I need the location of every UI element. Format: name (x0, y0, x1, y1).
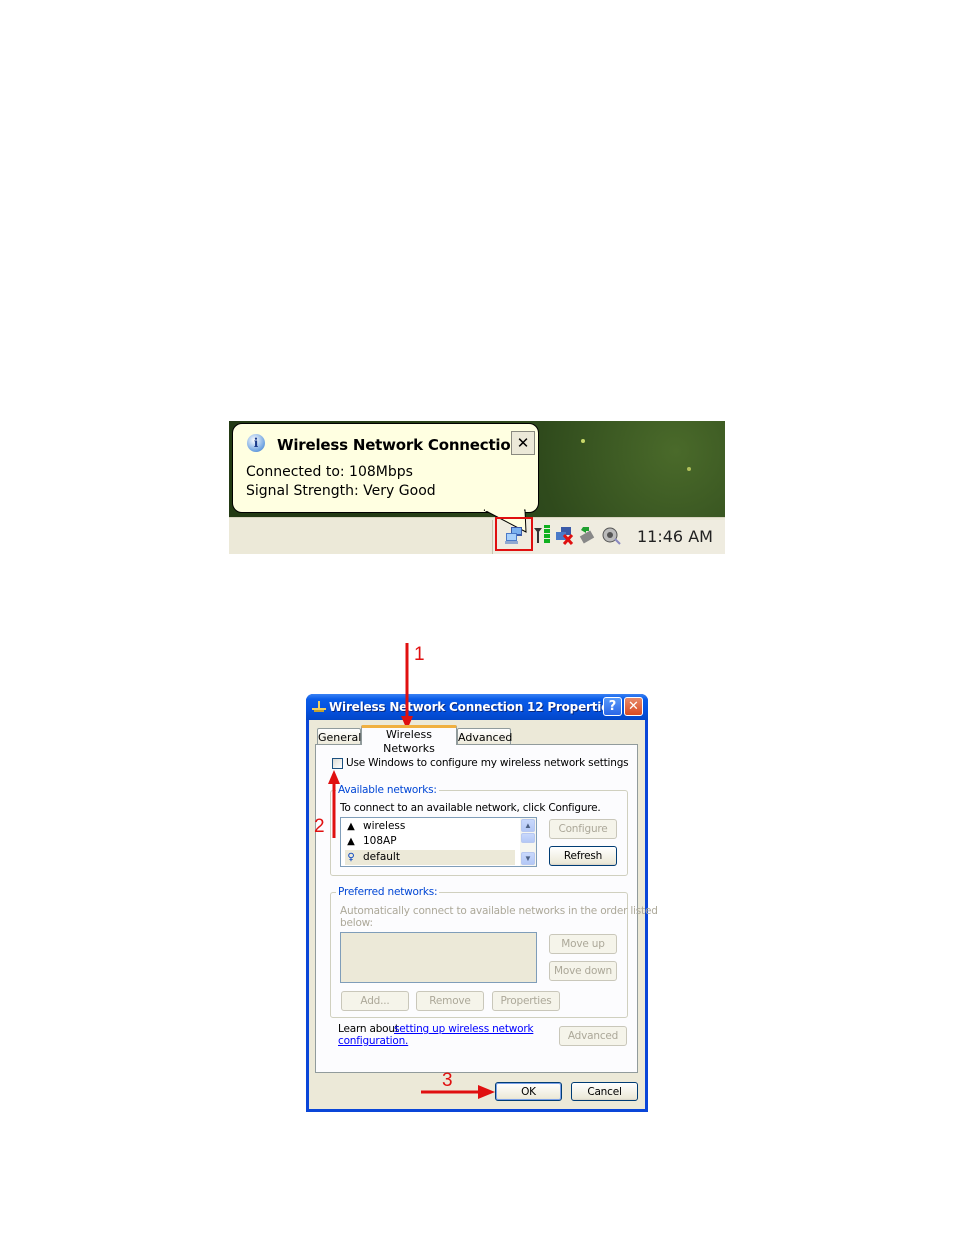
tab-wireless-networks[interactable]: Wireless Networks (361, 725, 457, 755)
network-connection-icon (312, 701, 326, 712)
advanced-button[interactable]: Advanced (559, 1026, 627, 1046)
move-down-button[interactable]: Move down (549, 961, 617, 981)
antenna-icon: ▲ (347, 821, 355, 832)
dialog-title: Wireless Network Connection 12 Propertie… (329, 700, 617, 714)
list-item[interactable]: ▲ wireless (345, 819, 515, 834)
dialog-client: General Wireless Networks Advanced Use W… (309, 720, 658, 1109)
scroll-down-button[interactable]: ▼ (521, 852, 535, 865)
refresh-button[interactable]: Refresh (549, 846, 617, 866)
taskbar-screenshot: i Wireless Network Connection ✕ Connecte… (229, 421, 725, 554)
wireless-networks-panel: Use Windows to configure my wireless net… (315, 744, 658, 1073)
ok-button[interactable]: OK (495, 1082, 562, 1101)
learn-link-cont[interactable]: configuration. (338, 1035, 408, 1047)
add-button[interactable]: Add... (341, 991, 409, 1011)
close-button[interactable]: ✕ (624, 697, 643, 716)
learn-about-text: Learn about (338, 1023, 399, 1035)
available-networks-list[interactable]: ▲ wireless ▲ 108AP ♀ default ▲ ▼ (340, 817, 537, 867)
list-item[interactable]: ▲ 108AP (345, 834, 515, 849)
move-up-button[interactable]: Move up (549, 934, 617, 954)
properties-button[interactable]: Properties (492, 991, 560, 1011)
configure-button[interactable]: Configure (549, 819, 617, 839)
secure-antenna-icon: ♀ (347, 852, 355, 863)
available-instruction: To connect to an available network, clic… (340, 802, 601, 814)
safely-remove-hardware-icon[interactable] (577, 525, 597, 545)
network-name: default (363, 851, 400, 863)
use-windows-label[interactable]: Use Windows to configure my wireless net… (346, 757, 629, 769)
learn-about-prefix: Learn about (338, 1023, 399, 1035)
dialog-titlebar[interactable]: Wireless Network Connection 12 Propertie… (306, 694, 648, 720)
network-disconnected-icon[interactable] (554, 525, 574, 545)
preferred-networks-label: Preferred networks: (336, 886, 440, 898)
list-item[interactable]: ♀ default (345, 850, 515, 865)
tab-general[interactable]: General (317, 728, 361, 745)
preferred-instruction: Automatically connect to available netwo… (340, 905, 658, 917)
available-networks-label: Available networks: (336, 784, 439, 796)
taskbar-clock[interactable]: 11:46 AM (637, 527, 713, 546)
volume-icon[interactable] (601, 525, 621, 545)
network-name: wireless (363, 820, 406, 832)
properties-dialog: Wireless Network Connection 12 Propertie… (306, 694, 658, 1112)
scroll-thumb[interactable] (521, 833, 535, 843)
list-scrollbar[interactable]: ▲ ▼ (520, 818, 536, 866)
help-button[interactable]: ? (603, 697, 622, 716)
remove-button[interactable]: Remove (416, 991, 484, 1011)
highlight-box (495, 517, 533, 551)
cancel-button[interactable]: Cancel (571, 1082, 638, 1101)
preferred-instruction-cont: below: (340, 917, 373, 929)
signal-strength-icon[interactable] (532, 525, 552, 545)
antenna-icon: ▲ (347, 836, 355, 847)
tab-advanced[interactable]: Advanced (457, 728, 512, 745)
learn-link[interactable]: setting up wireless network (394, 1023, 534, 1035)
step-1-label: 1 (414, 644, 425, 665)
preferred-networks-list[interactable] (340, 932, 537, 983)
scroll-up-button[interactable]: ▲ (521, 819, 535, 832)
step-3-label: 3 (442, 1070, 453, 1091)
use-windows-checkbox[interactable] (332, 758, 343, 769)
network-name: 108AP (363, 835, 397, 847)
step-2-label: 2 (314, 816, 325, 837)
